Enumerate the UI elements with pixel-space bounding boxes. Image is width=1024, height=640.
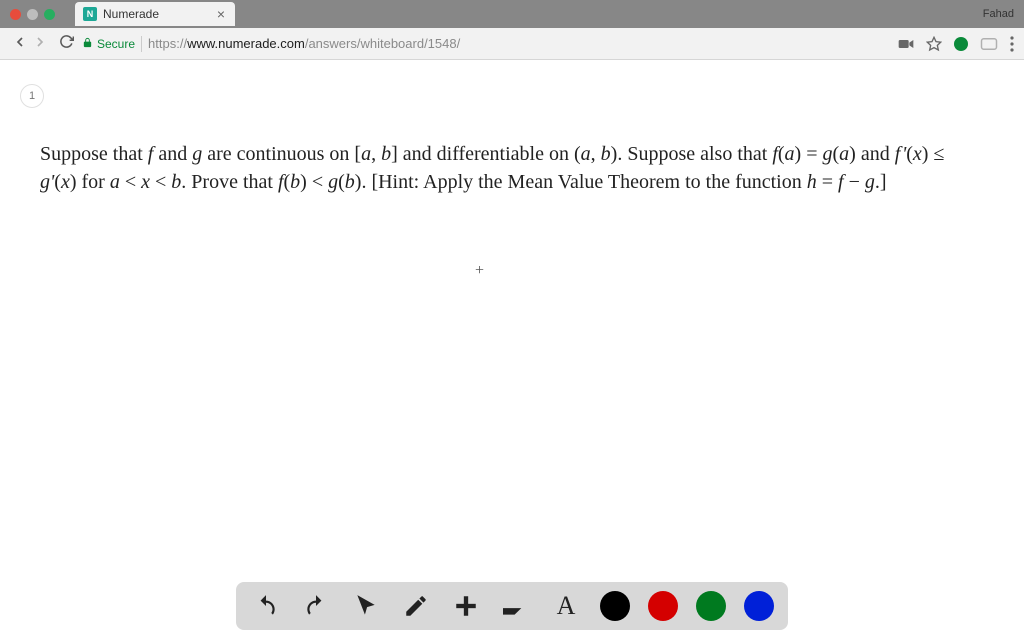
- color-blue[interactable]: [744, 591, 774, 621]
- browser-tab-strip: N Numerade × Fahad: [0, 0, 1024, 28]
- color-red[interactable]: [648, 591, 678, 621]
- window-close-button[interactable]: [10, 9, 21, 20]
- browser-tab[interactable]: N Numerade ×: [75, 2, 235, 26]
- url-display[interactable]: https://www.numerade.com/answers/whitebo…: [148, 36, 898, 51]
- secure-label: Secure: [97, 37, 135, 51]
- window-minimize-button[interactable]: [27, 9, 38, 20]
- address-bar: Secure https://www.numerade.com/answers/…: [0, 28, 1024, 60]
- color-green[interactable]: [696, 591, 726, 621]
- divider: [141, 36, 142, 52]
- page-number-indicator[interactable]: 1: [20, 84, 44, 108]
- color-black[interactable]: [600, 591, 630, 621]
- pencil-tool[interactable]: [400, 590, 432, 622]
- window-maximize-button[interactable]: [44, 9, 55, 20]
- profile-icon[interactable]: [980, 37, 998, 51]
- bookmark-star-icon[interactable]: [926, 36, 942, 52]
- reload-button[interactable]: [56, 34, 76, 53]
- undo-button[interactable]: [250, 590, 282, 622]
- url-host: www.numerade.com: [187, 36, 305, 51]
- forward-button[interactable]: [30, 34, 50, 54]
- lock-icon: [82, 37, 93, 51]
- eraser-tool[interactable]: [500, 590, 532, 622]
- problem-text: Suppose that f and g are continuous on […: [40, 140, 984, 196]
- back-button[interactable]: [10, 34, 30, 54]
- url-path: /answers/whiteboard/1548/: [305, 36, 460, 51]
- redo-button[interactable]: [300, 590, 332, 622]
- url-scheme: https://: [148, 36, 187, 51]
- text-tool[interactable]: A: [550, 590, 582, 622]
- address-bar-right-icons: [898, 36, 1014, 52]
- tab-favicon: N: [83, 7, 97, 21]
- add-cursor-icon: +: [475, 262, 484, 280]
- more-menu-icon[interactable]: [1010, 36, 1014, 52]
- whiteboard-page: 1 Suppose that f and g are continuous on…: [0, 60, 1024, 640]
- profile-name[interactable]: Fahad: [983, 8, 1014, 20]
- camera-icon[interactable]: [898, 38, 914, 50]
- window-controls: [0, 9, 55, 20]
- pointer-tool[interactable]: [350, 590, 382, 622]
- add-tool[interactable]: [450, 590, 482, 622]
- drawing-toolbar: A: [236, 582, 788, 630]
- tab-title: Numerade: [103, 7, 159, 21]
- extension-indicator[interactable]: [954, 37, 968, 51]
- tab-close-button[interactable]: ×: [217, 7, 225, 21]
